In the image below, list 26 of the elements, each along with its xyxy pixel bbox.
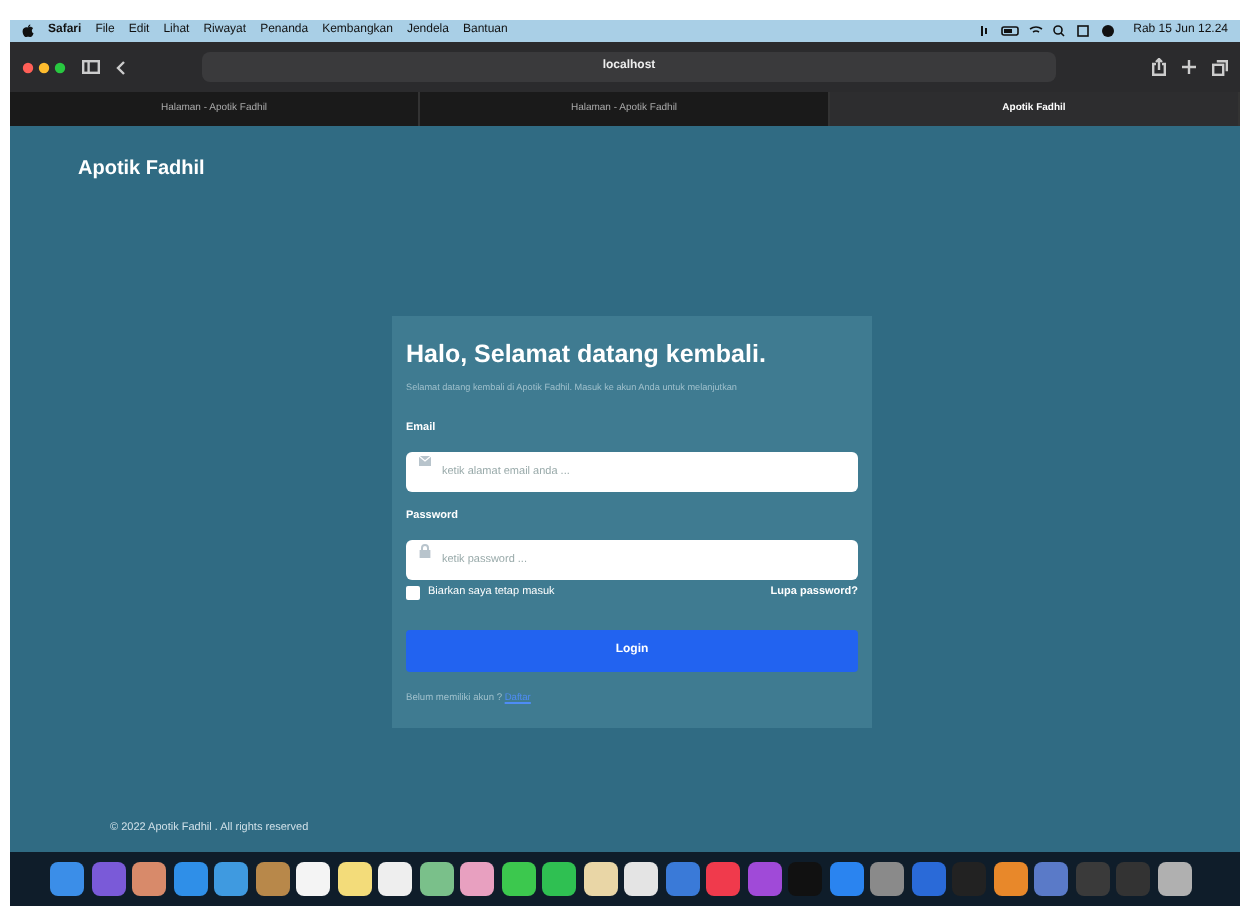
status-icons-drawing[interactable] xyxy=(977,24,1118,38)
app-icon[interactable] xyxy=(296,862,330,896)
login-heading: Halo, Selamat datang kembali. xyxy=(406,338,768,372)
apple-logo-icon[interactable] xyxy=(22,24,34,38)
new-tab-icon[interactable] xyxy=(1182,60,1196,74)
app-icon[interactable] xyxy=(132,862,166,896)
brand-title: Apotik Fadhil xyxy=(78,156,207,184)
app-icon[interactable] xyxy=(501,862,535,896)
app-icon[interactable] xyxy=(460,862,494,896)
app-icon[interactable] xyxy=(583,862,617,896)
app-icon[interactable] xyxy=(378,862,412,896)
app-icon[interactable] xyxy=(337,862,371,896)
remember-checkbox[interactable] xyxy=(406,585,420,600)
lock-icon xyxy=(418,543,432,558)
app-icon[interactable] xyxy=(1157,862,1191,896)
app-icon[interactable] xyxy=(993,862,1027,896)
back-icon[interactable] xyxy=(116,59,126,75)
envelope-icon xyxy=(418,454,432,469)
app-icon[interactable] xyxy=(214,862,248,896)
app-icon[interactable] xyxy=(542,862,576,896)
window-controls-icon[interactable] xyxy=(22,61,66,73)
share-icon[interactable] xyxy=(1152,58,1166,76)
app-icon[interactable] xyxy=(624,862,658,896)
app-icon[interactable] xyxy=(419,862,453,896)
sidebar-icon[interactable] xyxy=(82,60,100,74)
tabs-overview-icon[interactable] xyxy=(1212,59,1228,75)
